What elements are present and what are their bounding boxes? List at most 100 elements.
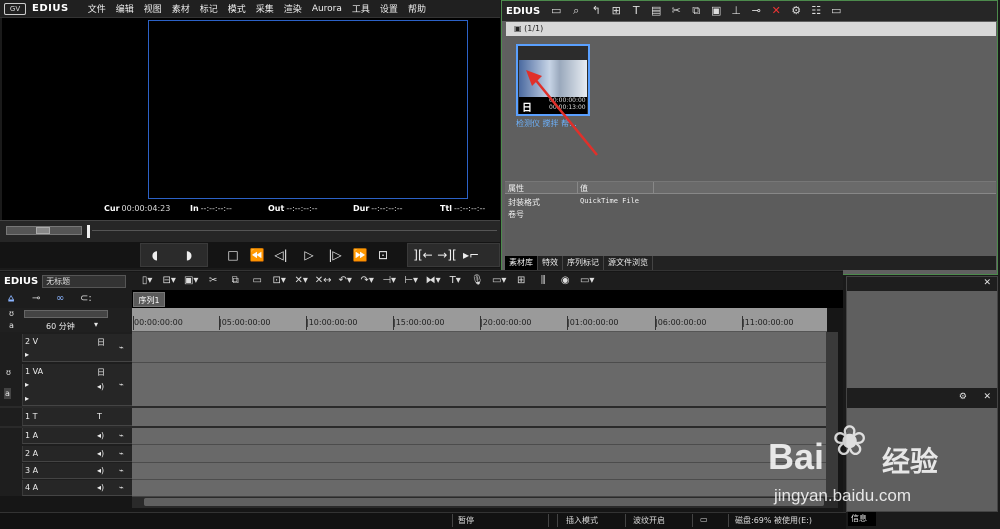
- ripple-delete-icon[interactable]: ✕↔: [314, 273, 332, 289]
- menu-clip[interactable]: 素材: [167, 2, 195, 15]
- delete-icon[interactable]: ✕▾: [292, 273, 310, 289]
- track-area[interactable]: [132, 332, 827, 496]
- mixer-icon[interactable]: ⫼: [534, 273, 552, 289]
- zoom-level[interactable]: 60 分钟: [46, 321, 75, 332]
- layout-icon[interactable]: ⚙: [959, 392, 967, 402]
- waveform-icon[interactable]: ⌁: [119, 380, 124, 389]
- track-mode-icon[interactable]: ⩠: [8, 293, 14, 304]
- tab-sequence-markers[interactable]: 序列标记: [563, 256, 604, 270]
- link-icon[interactable]: ∞: [56, 293, 64, 304]
- tab-bin[interactable]: 素材库: [505, 256, 538, 270]
- add-color-bar-icon[interactable]: ▤: [648, 3, 664, 19]
- sync-lock-icon[interactable]: ⧓▾: [424, 273, 442, 289]
- menu-edit[interactable]: 编辑: [111, 2, 139, 15]
- save-project-icon[interactable]: ▣▾: [182, 273, 200, 289]
- zoom-slider[interactable]: [24, 310, 108, 318]
- redo-icon[interactable]: ↷▾: [358, 273, 376, 289]
- close-icon[interactable]: ✕: [983, 392, 991, 402]
- new-sequence-icon[interactable]: ▯▾: [138, 273, 156, 289]
- shuttle-knob[interactable]: [36, 227, 50, 234]
- folder-icon[interactable]: ▭: [548, 3, 564, 19]
- playhead-handle[interactable]: [87, 225, 90, 238]
- lock-icon[interactable]: ʊ: [9, 309, 14, 318]
- menu-view[interactable]: 视图: [139, 2, 167, 15]
- tab-effects[interactable]: 特效: [538, 256, 563, 270]
- fast-forward-icon[interactable]: ⏩: [350, 246, 370, 264]
- play-icon[interactable]: ▷: [300, 246, 318, 264]
- video-track-icon[interactable]: 日: [97, 367, 105, 378]
- insert-to-timeline-icon[interactable]: ][←: [412, 246, 434, 264]
- track-header-1va[interactable]: 1 VA 日 ◂) ▸ ▸ ⌁: [22, 364, 132, 406]
- overwrite-to-timeline-icon[interactable]: →][: [437, 246, 457, 264]
- multicam-icon[interactable]: ⊞: [512, 273, 530, 289]
- speaker-icon[interactable]: ◂): [97, 382, 104, 391]
- speaker-icon[interactable]: ◂): [97, 431, 104, 440]
- track-header-3a[interactable]: 3 A ◂) ⌁: [22, 463, 132, 479]
- timeline-scroll-thumb[interactable]: [144, 498, 824, 506]
- close-icon[interactable]: ✕: [983, 278, 991, 288]
- waveform-icon[interactable]: ⌁: [119, 449, 124, 458]
- properties-icon[interactable]: ⚙: [788, 3, 804, 19]
- voice-over-icon[interactable]: 🎙: [468, 273, 486, 289]
- menu-render[interactable]: 渲染: [279, 2, 307, 15]
- view-mode-icon[interactable]: ☷: [808, 3, 824, 19]
- expand-icon[interactable]: ▸: [25, 380, 29, 389]
- stop-icon[interactable]: □: [224, 246, 242, 264]
- track-header-4a[interactable]: 4 A ◂) ⌁: [22, 480, 132, 496]
- link-track-icon[interactable]: ʊ: [6, 368, 11, 377]
- menu-capture[interactable]: 采集: [251, 2, 279, 15]
- waveform-icon[interactable]: ⌁: [119, 343, 124, 352]
- track-option-icon[interactable]: a: [9, 321, 14, 330]
- track-header-2v[interactable]: 2 V 日 ▸ ⌁: [22, 334, 132, 362]
- ripple-mode-icon[interactable]: ⊢▾: [402, 273, 420, 289]
- position-track[interactable]: [92, 230, 497, 231]
- send-to-player-icon[interactable]: ⊸: [748, 3, 764, 19]
- speaker-icon[interactable]: ◂): [97, 466, 104, 475]
- menu-mode[interactable]: 模式: [223, 2, 251, 15]
- render-icon[interactable]: ▭▾: [490, 273, 508, 289]
- output-icon[interactable]: ▭▾: [578, 273, 596, 289]
- tab-info[interactable]: 信息: [848, 512, 876, 526]
- cut-icon[interactable]: ✂: [668, 3, 684, 19]
- loop-icon[interactable]: ⊡: [374, 246, 392, 264]
- open-project-icon[interactable]: ⊟▾: [160, 273, 178, 289]
- tab-source-browser[interactable]: 源文件浏览: [604, 256, 653, 270]
- zoom-dropdown-icon[interactable]: ▾: [94, 320, 98, 329]
- undo-icon[interactable]: ↶▾: [336, 273, 354, 289]
- track-header-1a[interactable]: 1 A ◂) ⌁: [22, 428, 132, 444]
- set-out-icon[interactable]: ◗: [180, 246, 198, 264]
- menu-file[interactable]: 文件: [83, 2, 111, 15]
- set-in-icon[interactable]: ◖: [146, 246, 164, 264]
- track-header-2a[interactable]: 2 A ◂) ⌁: [22, 446, 132, 462]
- tab-sequence-1[interactable]: 序列1: [133, 292, 165, 307]
- menu-help[interactable]: 帮助: [403, 2, 431, 15]
- insert-mode-icon[interactable]: ⊣▾: [380, 273, 398, 289]
- delete-icon[interactable]: ✕: [768, 3, 784, 19]
- track-patch-icon[interactable]: a: [4, 388, 11, 399]
- expand-icon[interactable]: ▸: [25, 394, 29, 403]
- waveform-icon[interactable]: ⌁: [119, 466, 124, 475]
- title-track-icon[interactable]: T: [97, 412, 102, 421]
- up-folder-icon[interactable]: ↰: [588, 3, 604, 19]
- rewind-icon[interactable]: ⏪: [247, 246, 267, 264]
- step-forward-icon[interactable]: |▷: [326, 246, 344, 264]
- cut-icon[interactable]: ✂: [204, 273, 222, 289]
- copy-icon[interactable]: ⧉: [226, 273, 244, 289]
- menu-tools[interactable]: 工具: [347, 2, 375, 15]
- add-to-timeline-icon[interactable]: ⊥: [728, 3, 744, 19]
- step-back-icon[interactable]: ◁|: [272, 246, 290, 264]
- copy-icon[interactable]: ⧉: [688, 3, 704, 19]
- speaker-icon[interactable]: ◂): [97, 483, 104, 492]
- search-icon[interactable]: ⌕: [568, 3, 584, 19]
- video-track-icon[interactable]: 日: [97, 337, 105, 348]
- track-header-1t[interactable]: 1 T T: [22, 408, 132, 426]
- color-icon[interactable]: ◉: [556, 273, 574, 289]
- replace-icon[interactable]: ⊡▾: [270, 273, 288, 289]
- paste-icon[interactable]: ▭: [248, 273, 266, 289]
- group-icon[interactable]: ⊂:: [80, 293, 92, 304]
- paste-icon[interactable]: ▣: [708, 3, 724, 19]
- expand-icon[interactable]: ▸: [25, 350, 29, 359]
- speaker-icon[interactable]: ◂): [97, 449, 104, 458]
- menu-settings[interactable]: 设置: [375, 2, 403, 15]
- snap-icon[interactable]: ⊸: [32, 293, 40, 304]
